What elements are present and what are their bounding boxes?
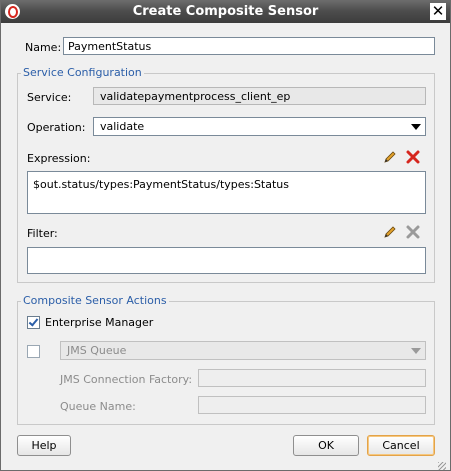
name-input[interactable]: PaymentStatus xyxy=(63,37,435,55)
help-button[interactable]: Help xyxy=(17,435,71,456)
filter-pencil-icon[interactable] xyxy=(382,224,398,240)
queue-name-label: Queue Name: xyxy=(60,400,136,413)
operation-select[interactable]: validate xyxy=(93,117,426,136)
filter-label: Filter: xyxy=(27,227,58,240)
filter-delete-icon xyxy=(406,225,420,239)
checkmark-icon xyxy=(28,316,39,327)
create-composite-sensor-dialog: Create Composite Sensor ✕ Name: PaymentS… xyxy=(0,0,451,471)
close-icon[interactable]: ✕ xyxy=(430,3,446,20)
ok-button[interactable]: OK xyxy=(293,435,359,456)
expression-textarea[interactable]: $out.status/types:PaymentStatus/types:St… xyxy=(27,171,426,214)
service-configuration-legend: Service Configuration xyxy=(21,66,144,79)
resize-grip[interactable] xyxy=(438,462,446,470)
jms-connection-factory-input[interactable] xyxy=(198,369,426,387)
delete-icon[interactable] xyxy=(405,149,421,165)
title-bar[interactable]: Create Composite Sensor ✕ xyxy=(1,1,450,23)
jms-checkbox[interactable] xyxy=(27,345,40,358)
jms-chevron-down-icon xyxy=(411,348,421,354)
enterprise-manager-checkbox[interactable] xyxy=(27,316,40,329)
cancel-button[interactable]: Cancel xyxy=(367,435,435,456)
enterprise-manager-label: Enterprise Manager xyxy=(45,316,154,329)
pencil-icon[interactable] xyxy=(382,149,398,165)
jms-type-select[interactable]: JMS Queue xyxy=(60,341,426,360)
service-value: validatepaymentprocess_client_ep xyxy=(93,87,426,105)
jms-type-selected-value: JMS Queue xyxy=(67,344,127,357)
queue-name-input[interactable] xyxy=(198,396,426,414)
operation-selected-value: validate xyxy=(100,120,145,133)
chevron-down-icon xyxy=(411,124,421,130)
service-label: Service: xyxy=(27,91,72,104)
expression-label: Expression: xyxy=(27,152,91,165)
filter-textarea[interactable] xyxy=(27,247,426,274)
name-label: Name: xyxy=(25,41,62,54)
composite-sensor-actions-legend: Composite Sensor Actions xyxy=(21,294,169,307)
dialog-title: Create Composite Sensor xyxy=(132,4,319,19)
jms-connection-factory-label: JMS Connection Factory: xyxy=(60,373,193,386)
operation-label: Operation: xyxy=(27,121,86,134)
